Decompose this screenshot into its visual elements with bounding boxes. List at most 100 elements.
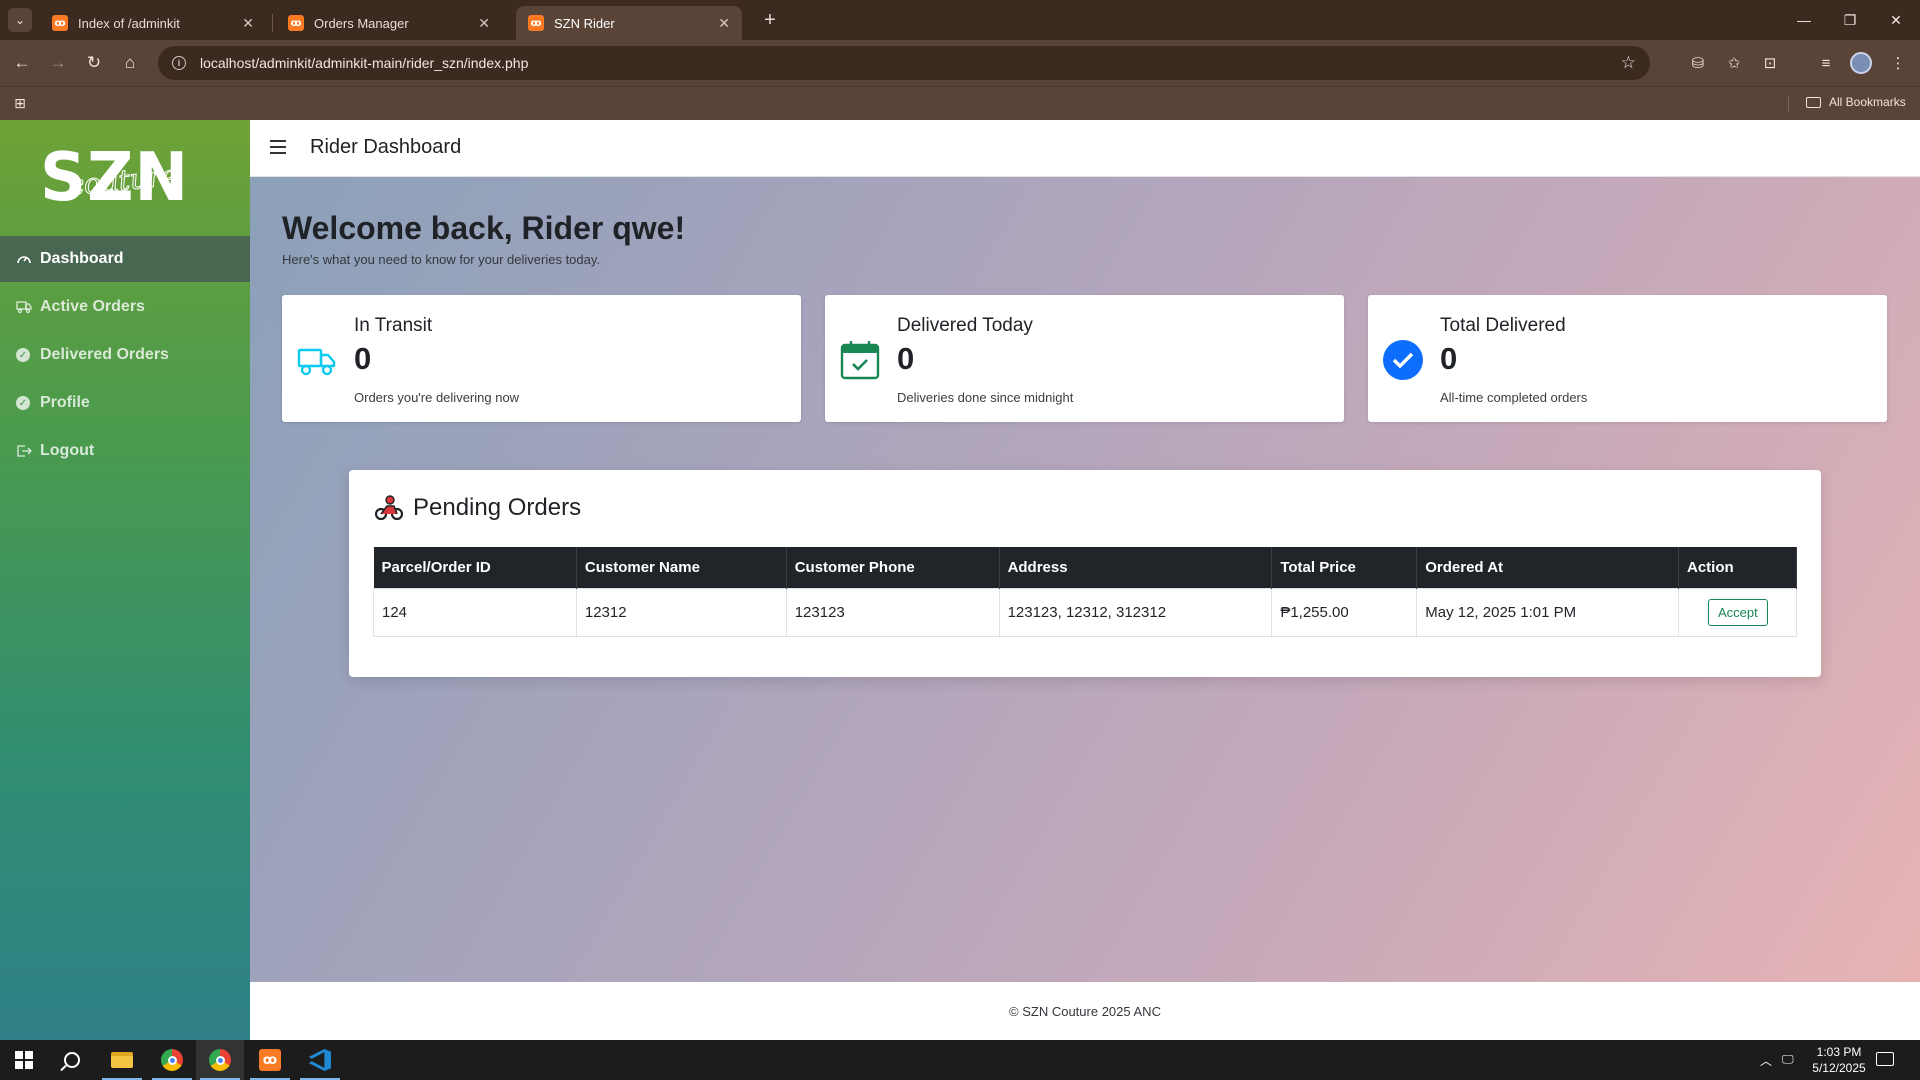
taskbar-search[interactable] — [48, 1040, 96, 1080]
taskbar-file-explorer[interactable] — [98, 1040, 146, 1080]
forward-arrow-icon[interactable]: → — [46, 51, 70, 75]
taskbar-clock[interactable]: 1:03 PM 5/12/2025 — [1804, 1044, 1874, 1076]
tab-title: Orders Manager — [314, 15, 409, 31]
chrome-icon — [209, 1049, 231, 1071]
taskbar-chrome-active[interactable] — [196, 1040, 244, 1080]
folder-icon — [1806, 96, 1821, 108]
xampp-favicon-icon: ꝏ — [52, 15, 68, 31]
windows-taskbar: ꝏ ︿ 🖵 1:03 PM 5/12/2025 — [0, 1040, 1920, 1080]
sidebar-item-dashboard[interactable]: Dashboard — [0, 236, 250, 282]
orders-table: Parcel/Order ID Customer Name Customer P… — [373, 547, 1797, 637]
page-footer: © SZN Couture 2025 ANC — [250, 982, 1920, 1040]
tab-title: SZN Rider — [554, 15, 615, 31]
page-title: Rider Dashboard — [310, 136, 462, 158]
network-icon[interactable]: 🖵 — [1782, 1052, 1794, 1067]
taskbar-chrome[interactable] — [148, 1040, 196, 1080]
clock-time: 1:03 PM — [1816, 1045, 1862, 1059]
favorites-icon[interactable]: ✩ — [1722, 51, 1746, 75]
kebab-menu-icon[interactable]: ⋮ — [1886, 51, 1910, 75]
tab-divider — [272, 14, 273, 32]
cell-action: Accept — [1678, 587, 1797, 637]
browser-tab-bar: ⌄ ꝏ Index of /adminkit ✕ ꝏ Orders Manage… — [0, 0, 1920, 40]
cell-address: 123123, 12312, 312312 — [998, 587, 1273, 637]
sidebar-item-delivered-orders[interactable]: ✓ Delivered Orders — [0, 332, 250, 378]
sidebar-item-label: Profile — [40, 394, 90, 411]
site-info-icon[interactable]: i — [172, 56, 186, 70]
pending-orders-header: Pending Orders — [375, 494, 581, 522]
motorcycle-icon — [375, 495, 403, 521]
sidebar-item-active-orders[interactable]: Active Orders — [0, 284, 250, 330]
sidebar-item-profile[interactable]: ✓ Profile — [0, 380, 250, 426]
stat-label: Delivered Today — [897, 315, 1033, 336]
welcome-subtitle: Here's what you need to know for your de… — [282, 252, 601, 267]
address-bar[interactable]: i localhost/adminkit/adminkit-main/rider… — [158, 46, 1650, 80]
screenshot-icon[interactable]: ⊡ — [1758, 51, 1782, 75]
search-icon — [64, 1052, 80, 1068]
tab-close-icon[interactable]: ✕ — [718, 15, 730, 32]
file-explorer-icon — [111, 1052, 133, 1068]
taskbar-vscode[interactable] — [296, 1040, 344, 1080]
all-bookmarks-label: All Bookmarks — [1829, 95, 1906, 109]
table-header-row: Parcel/Order ID Customer Name Customer P… — [373, 547, 1797, 588]
main-content: Rider Dashboard Welcome back, Rider qwe!… — [250, 120, 1920, 1040]
taskbar-xampp[interactable]: ꝏ — [246, 1040, 294, 1080]
check-circle-icon — [1383, 340, 1423, 380]
tab-search-chevron-icon[interactable]: ⌄ — [8, 8, 32, 32]
check-circle-icon: ✓ — [16, 348, 30, 362]
pending-orders-card: Pending Orders Parcel/Order ID Customer … — [349, 470, 1821, 677]
sidebar-item-label: Delivered Orders — [40, 346, 169, 363]
sidebar-item-label: Dashboard — [40, 250, 124, 267]
calendar-check-icon — [840, 341, 880, 380]
check-circle-icon: ✓ — [16, 396, 30, 410]
window-close-icon[interactable]: ✕ — [1878, 6, 1914, 34]
truck-icon — [297, 348, 336, 376]
stat-description: All-time completed orders — [1440, 390, 1588, 405]
apps-grid-icon[interactable]: ⊞ — [12, 95, 28, 111]
profile-avatar-icon[interactable] — [1850, 52, 1872, 74]
welcome-heading: Welcome back, Rider qwe! — [282, 210, 686, 246]
extension-icon[interactable]: ⛁ — [1686, 51, 1710, 75]
minimize-icon[interactable]: — — [1786, 6, 1822, 34]
stat-label: In Transit — [354, 315, 433, 336]
browser-tab-active[interactable]: ꝏ SZN Rider ✕ — [516, 6, 742, 40]
logout-icon — [16, 443, 32, 459]
column-header: Ordered At — [1416, 547, 1679, 588]
vscode-icon — [309, 1049, 331, 1071]
stat-card-total-delivered: Total Delivered 0 All-time completed ord… — [1368, 295, 1887, 422]
stat-value: 0 — [897, 341, 915, 376]
hamburger-menu-icon[interactable] — [270, 140, 286, 154]
gauge-icon — [16, 251, 32, 267]
tab-close-icon[interactable]: ✕ — [242, 15, 254, 32]
bookmarks-bar: ⊞ All Bookmarks — [0, 86, 1920, 120]
start-button[interactable] — [0, 1040, 48, 1080]
reload-icon[interactable]: ↻ — [82, 51, 106, 75]
clock-date: 5/12/2025 — [1812, 1061, 1866, 1075]
bookmarks-divider — [1788, 95, 1789, 113]
bookmark-star-icon[interactable]: ☆ — [1621, 53, 1636, 73]
cell-customer-name: 12312 — [575, 587, 787, 637]
new-tab-plus-icon[interactable]: + — [758, 8, 782, 32]
cell-order-id: 124 — [373, 587, 577, 637]
sidebar-item-logout[interactable]: Logout — [0, 428, 250, 474]
media-control-icon[interactable]: ≡ — [1814, 51, 1838, 75]
back-arrow-icon[interactable]: ← — [10, 51, 34, 75]
footer-text: © SZN Couture 2025 ANC — [1009, 1003, 1161, 1019]
browser-toolbar: ← → ↻ ⌂ i localhost/adminkit/adminkit-ma… — [0, 40, 1920, 86]
column-header: Action — [1678, 547, 1797, 588]
pending-orders-title: Pending Orders — [413, 494, 582, 521]
accept-order-button[interactable]: Accept — [1708, 598, 1768, 626]
browser-tab[interactable]: ꝏ Index of /adminkit ✕ — [40, 6, 266, 40]
restore-icon[interactable]: ❐ — [1832, 6, 1868, 34]
tab-close-icon[interactable]: ✕ — [478, 15, 490, 32]
windows-logo-icon — [15, 1051, 33, 1069]
tray-chevron-up-icon[interactable]: ︿ — [1760, 1052, 1772, 1069]
chrome-icon — [161, 1049, 183, 1071]
browser-tab[interactable]: ꝏ Orders Manager ✕ — [276, 6, 502, 40]
home-icon[interactable]: ⌂ — [118, 51, 142, 75]
all-bookmarks-button[interactable]: All Bookmarks — [1806, 95, 1906, 109]
stat-value: 0 — [354, 341, 372, 376]
szn-logo[interactable]: SZN couture — [40, 140, 205, 216]
sidebar-item-label: Logout — [40, 442, 95, 459]
column-header: Customer Phone — [786, 547, 1000, 588]
notification-center-icon[interactable] — [1876, 1052, 1894, 1066]
